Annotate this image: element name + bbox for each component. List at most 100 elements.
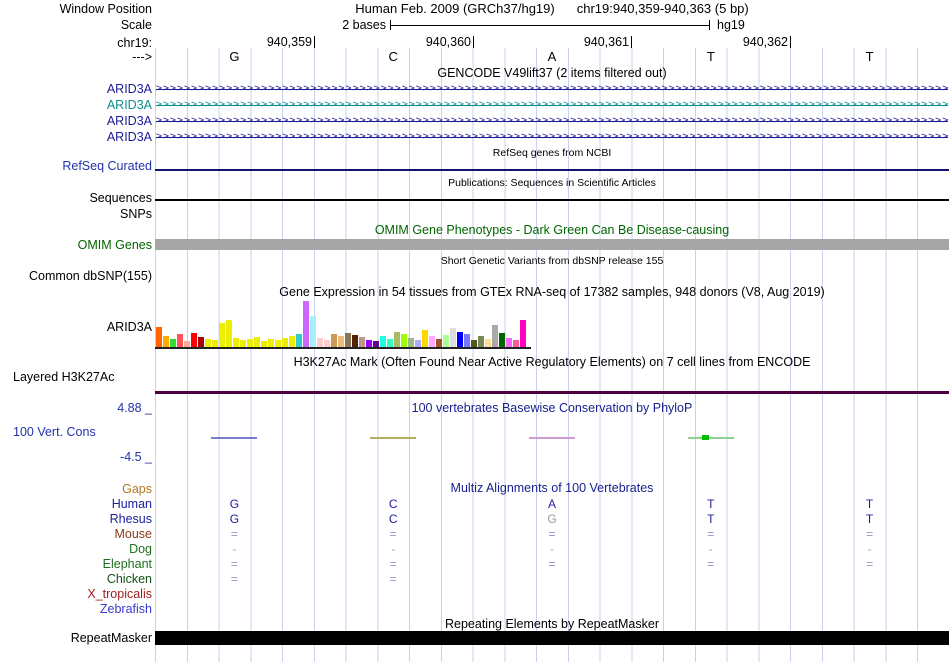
omim-gene-item[interactable] <box>155 239 949 250</box>
gtex-tissue-bar[interactable] <box>156 327 162 347</box>
gtex-tissue-bar[interactable] <box>394 332 400 347</box>
gtex-tissue-bar[interactable] <box>520 320 526 347</box>
gtex-tissue-bar[interactable] <box>205 339 211 347</box>
window-position-label: Window Position <box>59 2 152 16</box>
gtex-tissue-bar[interactable] <box>345 333 351 347</box>
gtex-tissue-bar[interactable] <box>275 340 281 347</box>
gtex-tissue-bar[interactable] <box>429 336 435 347</box>
h3k27ac-signal[interactable] <box>155 391 949 394</box>
gtex-tissue-bar[interactable] <box>492 325 498 347</box>
gtex-tissue-bar[interactable] <box>415 340 421 347</box>
gtex-tissue-bar[interactable] <box>387 339 393 347</box>
species-label-mouse[interactable]: Mouse <box>0 527 152 541</box>
gtex-tissue-bar[interactable] <box>317 338 323 347</box>
track-label-snps[interactable]: SNPs <box>0 207 152 221</box>
conservation-peak[interactable] <box>701 435 709 440</box>
gtex-tissue-bar[interactable] <box>282 338 288 347</box>
gtex-tissue-bar[interactable] <box>352 335 358 347</box>
species-label-elephant[interactable]: Elephant <box>0 557 152 571</box>
track-label-dbsnp[interactable]: Common dbSNP(155) <box>0 269 152 283</box>
sequences-item[interactable] <box>155 199 949 201</box>
gtex-tissue-bar[interactable] <box>310 316 316 347</box>
track-label-gtex-gene[interactable]: ARID3A <box>0 320 152 334</box>
gtex-tissue-bar[interactable] <box>366 340 372 347</box>
track-title-dbsnp[interactable]: Short Genetic Variants from dbSNP releas… <box>155 255 949 267</box>
species-label-gaps[interactable]: Gaps <box>0 482 152 496</box>
gtex-tissue-bar[interactable] <box>506 338 512 347</box>
gene-model-arrows[interactable]: >>>>>>>>>>>>>>>>>>>>>>>>>>>>>>>>>>>>>>>>… <box>156 98 948 112</box>
species-label-chicken[interactable]: Chicken <box>0 572 152 586</box>
gtex-tissue-bar[interactable] <box>450 328 456 347</box>
gene-label-arid3a[interactable]: ARID3A <box>0 114 152 128</box>
gtex-tissue-bar[interactable] <box>303 301 309 347</box>
gtex-tissue-bar[interactable] <box>191 333 197 347</box>
conservation-mark[interactable] <box>370 437 417 439</box>
gtex-tissue-bar[interactable] <box>212 340 218 347</box>
species-label-rhesus[interactable]: Rhesus <box>0 512 152 526</box>
track-title-repeatmasker[interactable]: Repeating Elements by RepeatMasker <box>155 617 949 631</box>
gtex-tissue-bar[interactable] <box>464 334 470 347</box>
gtex-tissue-bar[interactable] <box>436 339 442 347</box>
gtex-tissue-bar[interactable] <box>499 333 505 347</box>
gtex-tissue-bar[interactable] <box>422 330 428 347</box>
conservation-mark[interactable] <box>529 437 575 439</box>
track-label-omim-genes[interactable]: OMIM Genes <box>0 238 152 252</box>
gtex-tissue-bar[interactable] <box>380 336 386 347</box>
track-label-sequences[interactable]: Sequences <box>0 191 152 205</box>
gtex-tissue-bar[interactable] <box>240 340 246 347</box>
track-title-gtex[interactable]: Gene Expression in 54 tissues from GTEx … <box>155 285 949 299</box>
gtex-tissue-bar[interactable] <box>254 337 260 347</box>
track-label-phylop[interactable]: 100 Vert. Cons <box>13 425 96 439</box>
track-label-h3k27ac[interactable]: Layered H3K27Ac <box>13 370 114 384</box>
alignment-base: = <box>707 557 715 571</box>
gene-model-arrows[interactable]: >>>>>>>>>>>>>>>>>>>>>>>>>>>>>>>>>>>>>>>>… <box>156 82 948 96</box>
gtex-tissue-bar[interactable] <box>296 334 302 347</box>
gtex-tissue-bar[interactable] <box>177 334 183 347</box>
repeatmasker-item[interactable] <box>155 631 949 645</box>
gtex-tissue-bar[interactable] <box>443 335 449 347</box>
species-label-zebrafish[interactable]: Zebrafish <box>0 602 152 616</box>
gtex-tissue-bar[interactable] <box>219 323 225 347</box>
gtex-tissue-bar[interactable] <box>513 340 519 347</box>
track-title-gencode[interactable]: GENCODE V49lift37 (2 items filtered out) <box>155 66 949 80</box>
gtex-tissue-bar[interactable] <box>408 338 414 347</box>
gtex-tissue-bar[interactable] <box>324 340 330 347</box>
gene-model-arrows[interactable]: >>>>>>>>>>>>>>>>>>>>>>>>>>>>>>>>>>>>>>>>… <box>156 114 948 128</box>
gtex-tissue-bar[interactable] <box>478 336 484 347</box>
gene-label-arid3a[interactable]: ARID3A <box>0 130 152 144</box>
gtex-tissue-bar[interactable] <box>268 339 274 347</box>
alignment-base: C <box>388 497 398 511</box>
gtex-tissue-bar[interactable] <box>485 339 491 347</box>
track-title-phylop[interactable]: 100 vertebrates Basewise Conservation by… <box>155 401 949 415</box>
gtex-tissue-bar[interactable] <box>457 332 463 347</box>
track-title-publications[interactable]: Publications: Sequences in Scientific Ar… <box>155 177 949 189</box>
conservation-mark[interactable] <box>687 437 734 439</box>
gtex-tissue-bar[interactable] <box>359 337 365 347</box>
gtex-tissue-bar[interactable] <box>198 337 204 347</box>
gene-model-arrows[interactable]: >>>>>>>>>>>>>>>>>>>>>>>>>>>>>>>>>>>>>>>>… <box>156 130 948 144</box>
conservation-mark[interactable] <box>211 437 258 439</box>
gtex-tissue-bar[interactable] <box>338 336 344 347</box>
species-label-human[interactable]: Human <box>0 497 152 511</box>
track-title-h3k27ac[interactable]: H3K27Ac Mark (Often Found Near Active Re… <box>155 355 949 369</box>
track-title-refseq[interactable]: RefSeq genes from NCBI <box>155 147 949 159</box>
gene-label-arid3a[interactable]: ARID3A <box>0 98 152 112</box>
gtex-tissue-bar[interactable] <box>331 334 337 347</box>
refseq-curated-item[interactable] <box>155 169 949 171</box>
track-label-refseq-curated[interactable]: RefSeq Curated <box>0 159 152 173</box>
track-title-omim[interactable]: OMIM Gene Phenotypes - Dark Green Can Be… <box>155 223 949 237</box>
gtex-tissue-bar[interactable] <box>289 336 295 347</box>
track-label-repeatmasker[interactable]: RepeatMasker <box>0 631 152 645</box>
gtex-tissue-bar[interactable] <box>226 320 232 347</box>
gene-label-arid3a[interactable]: ARID3A <box>0 82 152 96</box>
gtex-tissue-bar[interactable] <box>471 340 477 347</box>
species-label-x_tropicalis[interactable]: X_tropicalis <box>0 587 152 601</box>
gtex-tissue-bar[interactable] <box>233 338 239 347</box>
track-title-multiz[interactable]: Multiz Alignments of 100 Vertebrates <box>155 481 949 495</box>
gtex-tissue-bar[interactable] <box>170 339 176 347</box>
gtex-expression-chart[interactable] <box>156 301 534 347</box>
gtex-tissue-bar[interactable] <box>247 339 253 347</box>
gtex-tissue-bar[interactable] <box>163 336 169 347</box>
gtex-tissue-bar[interactable] <box>401 334 407 347</box>
species-label-dog[interactable]: Dog <box>0 542 152 556</box>
